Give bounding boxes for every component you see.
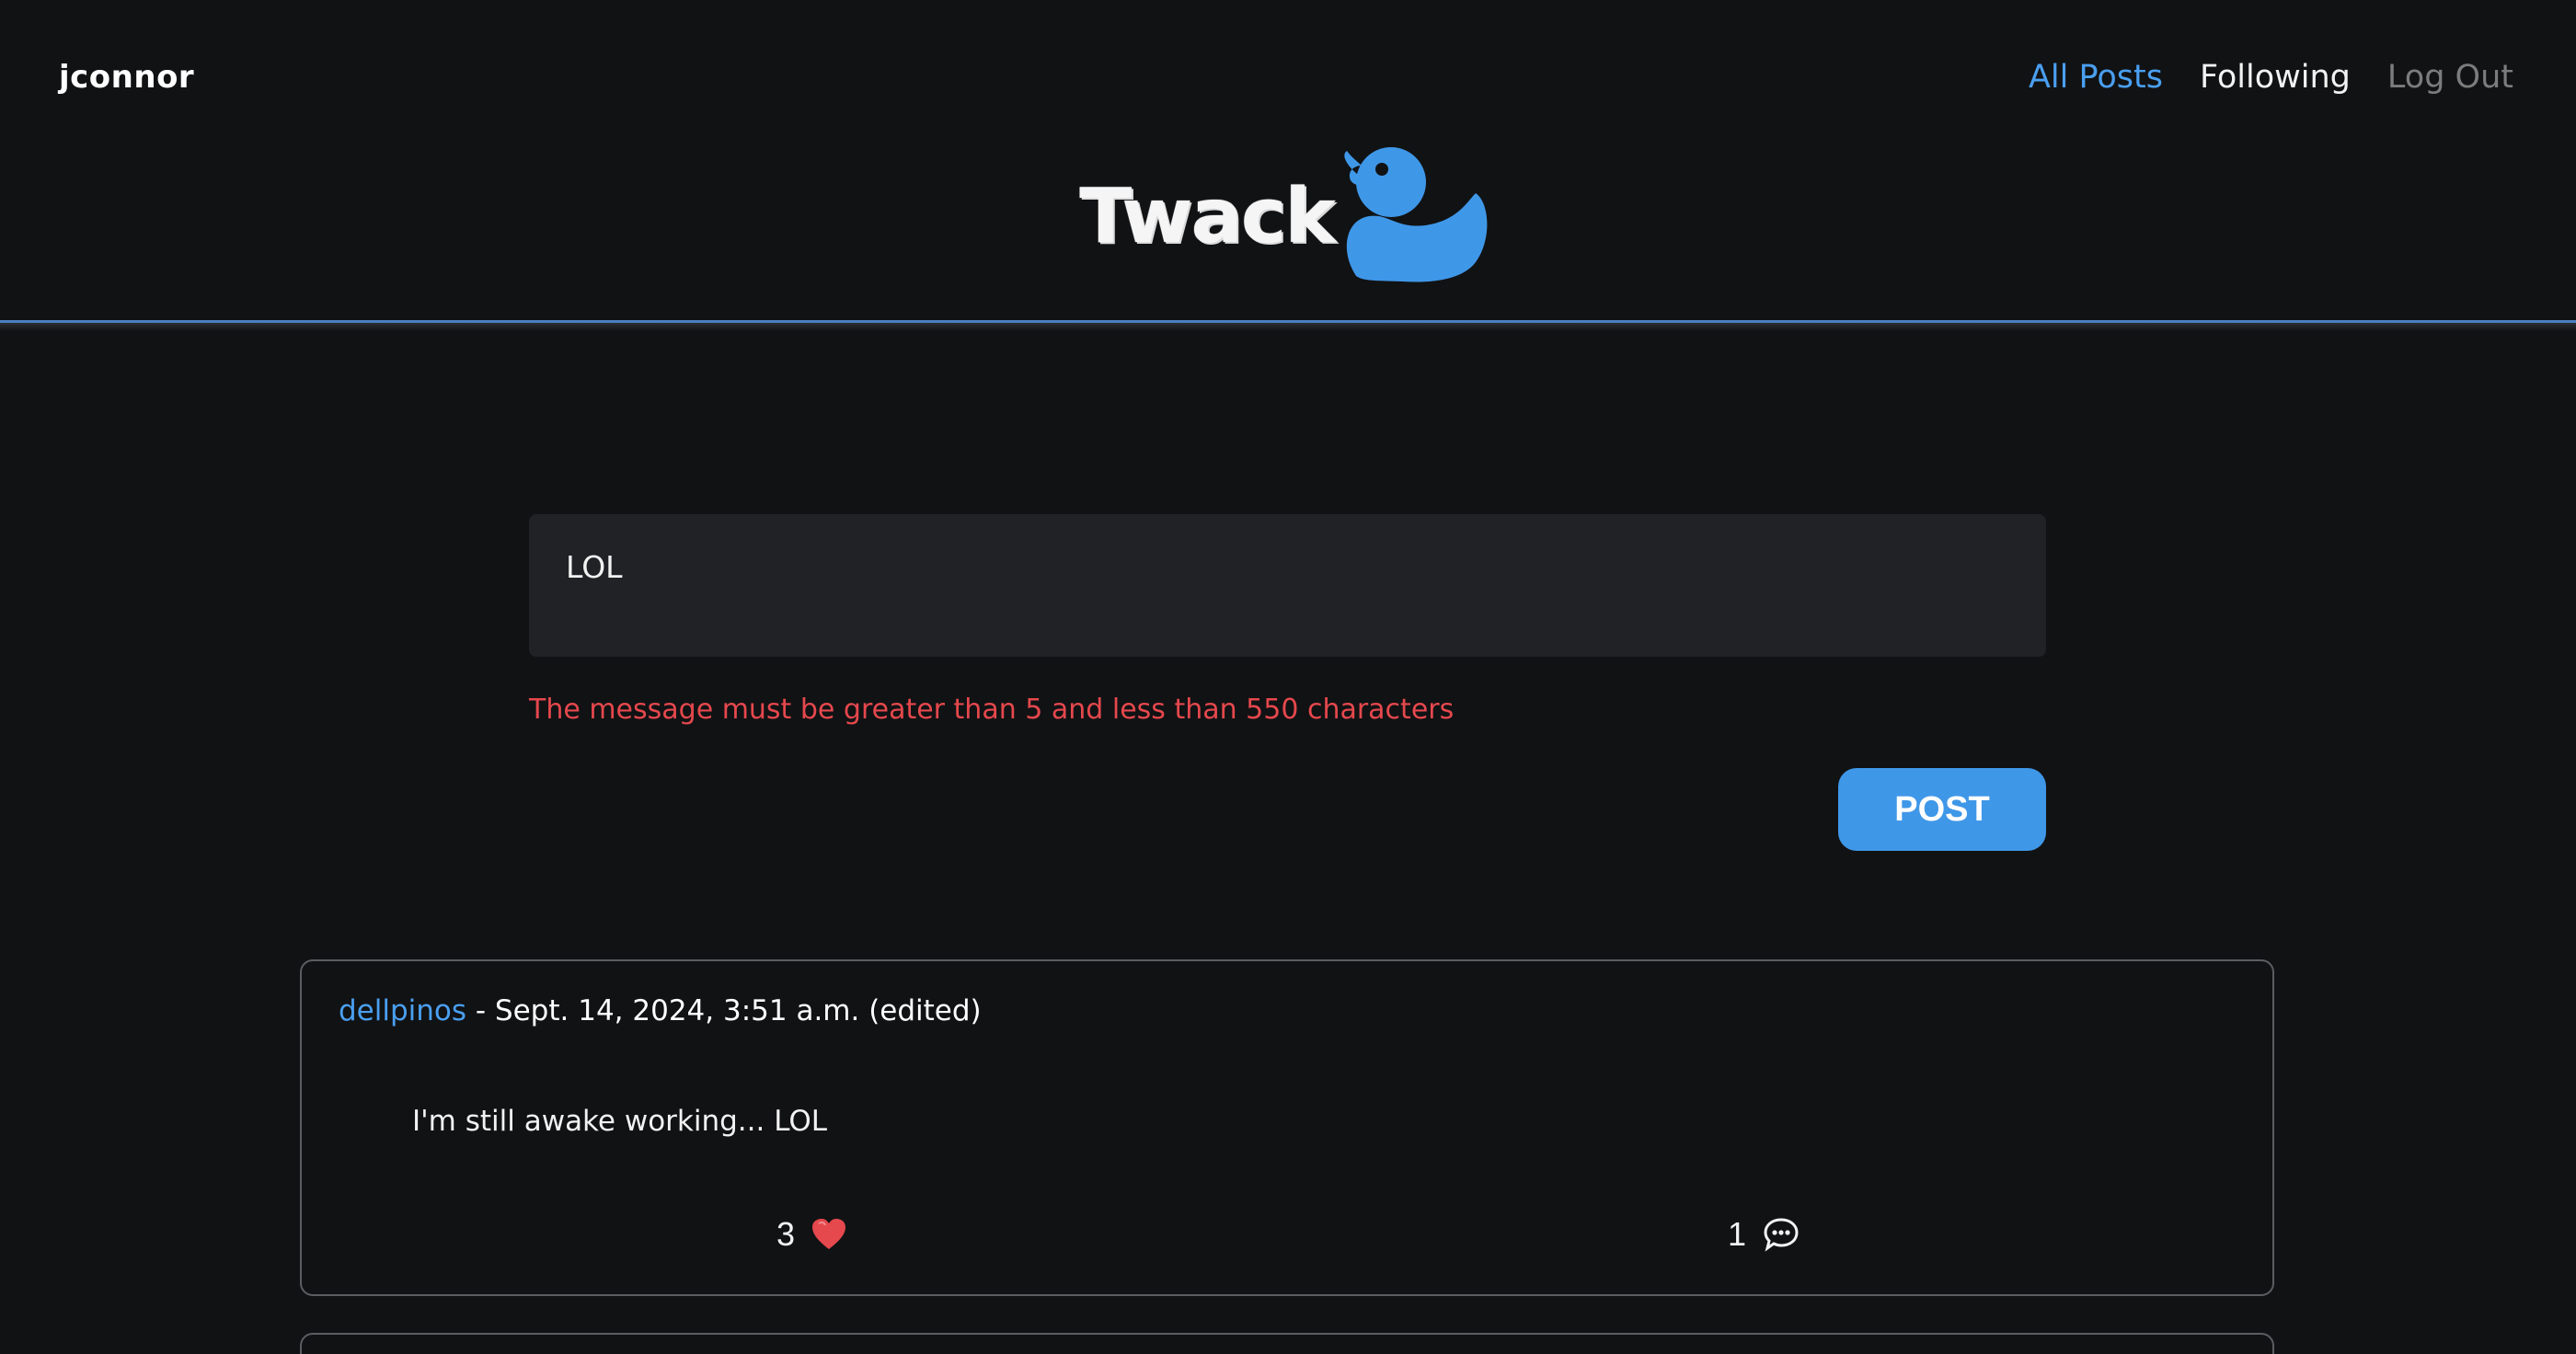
page: jconnor All Posts Following Log Out Twac… [0, 0, 2576, 1354]
like-count: 3 [776, 1215, 796, 1253]
post-header: dellpinos - Sept. 14, 2024, 3:51 a.m. (e… [339, 994, 982, 1027]
message-input[interactable]: LOL [529, 514, 2046, 657]
nav-log-out-link[interactable]: Log Out [2387, 59, 2513, 96]
current-username: jconnor [59, 59, 195, 96]
post-timestamp: - Sept. 14, 2024, 3:51 a.m. (edited) [475, 994, 982, 1027]
comment-count: 1 [1728, 1215, 1747, 1253]
comment-button[interactable]: 1 [1728, 1215, 1800, 1254]
validation-error: The message must be greater than 5 and l… [529, 694, 1455, 726]
site-logo[interactable]: Twack [1079, 132, 1505, 289]
heart-icon[interactable] [811, 1218, 846, 1251]
post-card [300, 1333, 2274, 1354]
header-divider [0, 320, 2576, 331]
post-card: dellpinos - Sept. 14, 2024, 3:51 a.m. (e… [300, 959, 2274, 1296]
like-button[interactable]: 3 [776, 1215, 846, 1254]
speech-bubble-icon[interactable] [1763, 1217, 1800, 1252]
logo-text: Twack [1079, 173, 1336, 260]
nav-following-link[interactable]: Following [2200, 59, 2351, 96]
post-author-link[interactable]: dellpinos [339, 994, 466, 1027]
main-nav: All Posts Following Log Out [2029, 59, 2513, 96]
post-button[interactable]: POST [1838, 768, 2046, 851]
post-content: I'm still awake working... LOL [412, 1105, 828, 1138]
nav-all-posts-link[interactable]: All Posts [2029, 59, 2163, 96]
header: jconnor All Posts Following Log Out Twac… [0, 0, 2576, 322]
new-post-form: LOL The message must be greater than 5 a… [529, 514, 2046, 851]
duck-icon [1338, 138, 1494, 285]
